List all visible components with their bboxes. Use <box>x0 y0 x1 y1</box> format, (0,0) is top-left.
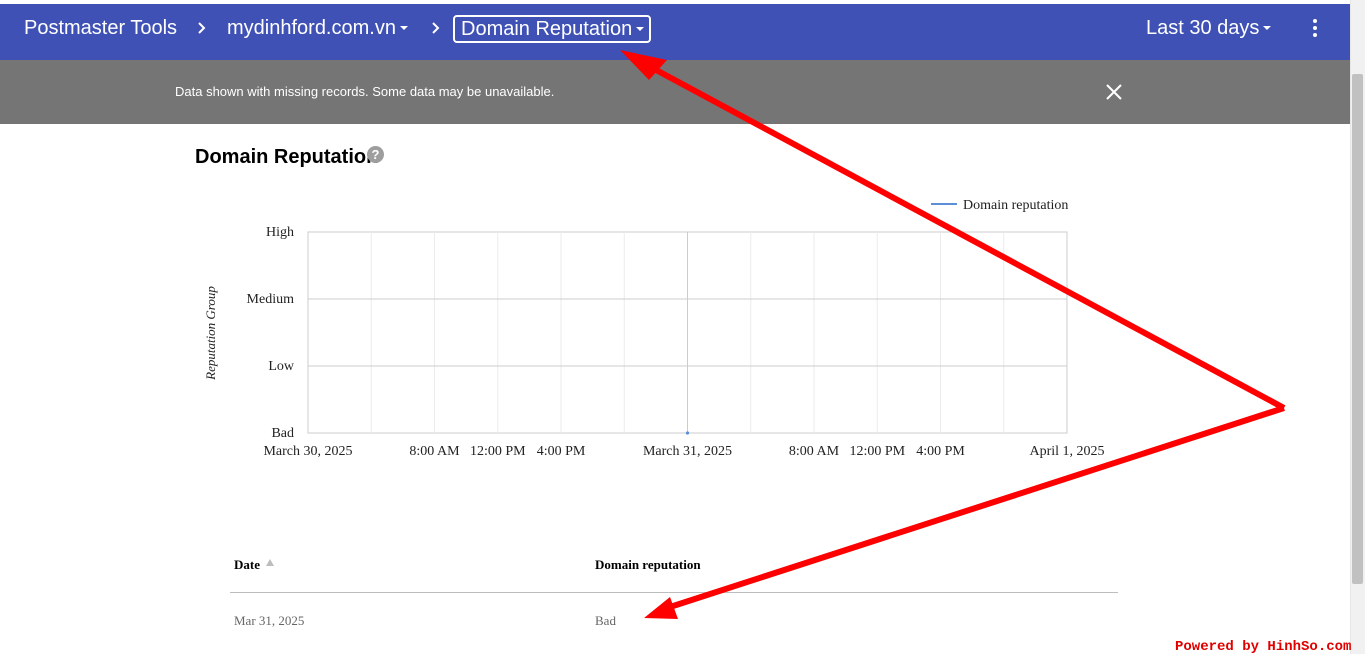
x-tick-label: March 30, 2025 <box>263 444 352 459</box>
y-tick-label: Bad <box>271 426 294 441</box>
column-header-date[interactable]: Date <box>234 557 260 573</box>
annotation-arrowhead <box>644 597 678 619</box>
scrollbar-thumb[interactable] <box>1352 74 1363 584</box>
close-icon[interactable] <box>1104 82 1124 102</box>
watermark-text: Powered by HinhSo.com <box>1175 639 1352 654</box>
help-icon[interactable]: ? <box>367 146 384 163</box>
y-tick-label: Medium <box>247 292 295 307</box>
app-title[interactable]: Postmaster Tools <box>24 4 177 60</box>
page-selector[interactable]: Domain Reputation <box>453 15 651 43</box>
y-tick-label: Low <box>268 359 295 374</box>
table-divider <box>230 592 1118 593</box>
x-tick-label: April 1, 2025 <box>1029 444 1104 459</box>
x-tick-label: 12:00 PM <box>849 444 905 459</box>
domain-selector[interactable]: mydinhford.com.vn <box>227 4 408 60</box>
y-tick-label: High <box>266 225 294 240</box>
reputation-chart: Bad Low Medium High March 30, 2025 8:00 AM 12… <box>203 198 1105 459</box>
x-tick-label: 4:00 PM <box>537 444 586 459</box>
chevron-right-icon <box>198 22 206 34</box>
domain-label: mydinhford.com.vn <box>227 17 396 39</box>
chevron-right-icon <box>432 22 440 34</box>
section-title: Domain Reputation <box>195 146 379 168</box>
page-selector-label: Domain Reputation <box>461 18 633 40</box>
column-header-reputation[interactable]: Domain reputation <box>595 557 701 573</box>
data-point <box>685 431 690 435</box>
dropdown-arrow-icon <box>636 26 645 31</box>
y-axis-title: Reputation Group <box>203 286 218 381</box>
table-cell-date: Mar 31, 2025 <box>234 613 305 628</box>
date-range-selector[interactable]: Last 30 days <box>1146 4 1272 60</box>
x-tick-label: 12:00 PM <box>470 444 526 459</box>
table-cell-reputation: Bad <box>595 613 616 628</box>
more-vert-icon[interactable] <box>1306 18 1324 40</box>
banner-message: Data shown with missing records. Some da… <box>175 84 555 99</box>
dropdown-arrow-icon <box>399 25 408 30</box>
legend-label: Domain reputation <box>963 198 1068 213</box>
date-range-label: Last 30 days <box>1146 17 1260 39</box>
x-tick-label: 4:00 PM <box>916 444 965 459</box>
x-tick-label: 8:00 AM <box>789 444 840 459</box>
x-tick-label: 8:00 AM <box>409 444 460 459</box>
notice-banner: Data shown with missing records. Some da… <box>0 60 1350 124</box>
dropdown-arrow-icon <box>1263 25 1272 30</box>
top-app-bar: Postmaster Tools mydinhford.com.vn Domai… <box>0 4 1350 60</box>
sort-ascending-icon[interactable] <box>266 559 274 566</box>
x-tick-label: March 31, 2025 <box>643 444 732 459</box>
